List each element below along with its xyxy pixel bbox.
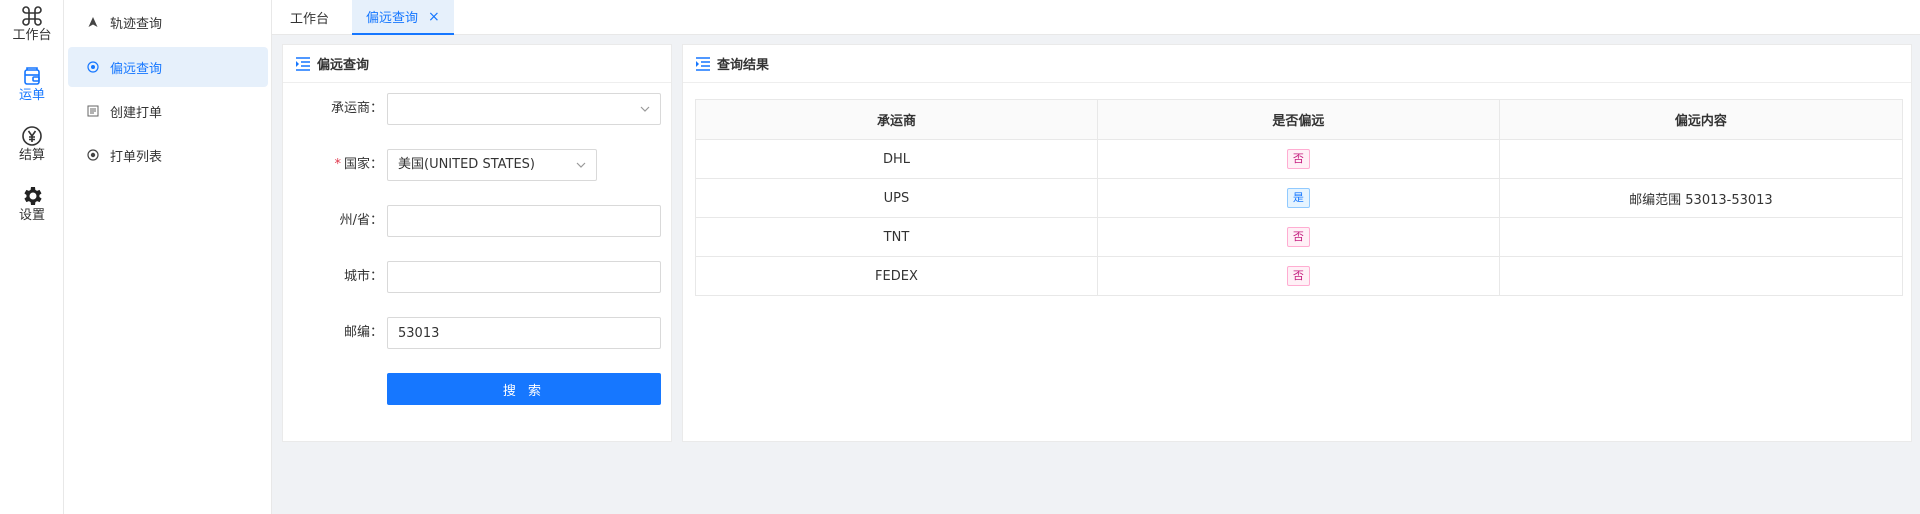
carrier-row: 承运商：	[283, 93, 671, 125]
table-row: DHL 否	[695, 139, 1904, 179]
submenu-item-create-label[interactable]: 创建打单	[68, 91, 268, 131]
country-value: 美国(UNITED STATES)	[398, 157, 535, 172]
cell-is-remote: 否	[1096, 256, 1500, 296]
result-table: 承运商 是否偏远 偏远内容 DHL 否 UPS 是 邮编范围 53013-530…	[695, 99, 1904, 296]
table-row: FEDEX 否	[695, 256, 1904, 296]
carrier-label: 承运商：	[330, 101, 383, 116]
gear-icon	[24, 187, 42, 205]
submenu-item-label-list[interactable]: 打单列表	[68, 135, 268, 175]
indent-list-icon	[696, 56, 710, 71]
tab-bar: 工作台 偏远查询 ×	[272, 0, 1920, 35]
state-input[interactable]	[387, 205, 661, 237]
status-badge: 否	[1286, 149, 1310, 169]
rail-item-settings[interactable]: 设置	[0, 184, 64, 224]
cell-carrier: FEDEX	[695, 256, 1098, 296]
command-icon	[22, 6, 42, 26]
tab-workbench[interactable]: 工作台	[276, 0, 343, 35]
state-label: 州/省：	[339, 213, 383, 228]
status-badge: 是	[1286, 188, 1310, 208]
rail-item-settlement[interactable]: 结算	[0, 124, 64, 164]
submenu-label: 偏远查询	[110, 61, 163, 77]
table-header-row: 承运商 是否偏远 偏远内容	[695, 99, 1904, 140]
chevron-down-icon	[640, 106, 650, 112]
cell-carrier: UPS	[695, 178, 1098, 218]
chevron-down-icon	[576, 162, 586, 168]
wallet-icon	[24, 67, 40, 85]
query-panel-header: 偏远查询	[283, 45, 671, 83]
rail-label-waybill: 运单	[18, 88, 45, 103]
cell-is-remote: 否	[1096, 139, 1500, 179]
yen-icon	[22, 126, 42, 146]
cell-carrier: DHL	[695, 139, 1098, 179]
table-row: UPS 是 邮编范围 53013-53013	[695, 178, 1904, 218]
status-badge: 否	[1286, 227, 1310, 247]
cell-remote-content	[1498, 256, 1904, 296]
column-header-carrier: 承运商	[695, 99, 1098, 140]
country-label: * 国家：	[283, 149, 383, 181]
result-panel: 查询结果 承运商 是否偏远 偏远内容 DHL 否 UPS 是 邮编范围 5301…	[682, 44, 1912, 442]
city-row: 城市：	[283, 261, 671, 293]
cell-remote-content	[1498, 139, 1904, 179]
country-label-text: 国家：	[343, 157, 383, 172]
close-icon[interactable]: ×	[428, 9, 440, 25]
icon-rail: 工作台 运单 结算 设置	[0, 0, 64, 514]
required-mark: *	[334, 157, 341, 172]
cell-is-remote: 否	[1096, 217, 1500, 257]
form-icon	[86, 104, 100, 118]
search-button[interactable]: 搜 索	[387, 373, 661, 405]
submenu-label: 打单列表	[110, 149, 163, 165]
rail-label-settings: 设置	[18, 208, 45, 223]
city-label: 城市：	[343, 269, 383, 284]
carrier-select[interactable]	[387, 93, 661, 125]
tab-label: 偏远查询	[366, 11, 419, 26]
column-header-remote-content: 偏远内容	[1498, 99, 1904, 140]
state-row: 州/省：	[283, 205, 671, 237]
rail-label-workbench: 工作台	[12, 28, 52, 43]
table-row: TNT 否	[695, 217, 1904, 257]
submenu-label: 轨迹查询	[110, 16, 163, 32]
cell-carrier: TNT	[695, 217, 1098, 257]
cell-remote-content: 邮编范围 53013-53013	[1498, 178, 1904, 218]
submenu: 轨迹查询 偏远查询 创建打单 打单列表	[64, 0, 272, 514]
status-badge: 否	[1286, 266, 1310, 286]
zip-row: 邮编：	[283, 317, 671, 349]
cell-is-remote: 是	[1096, 178, 1500, 218]
submenu-item-track-query[interactable]: 轨迹查询	[68, 2, 268, 42]
zip-input[interactable]	[387, 317, 661, 349]
submenu-label: 创建打单	[110, 105, 163, 121]
result-panel-title: 查询结果	[717, 58, 770, 73]
indent-list-icon	[296, 56, 310, 71]
navigation-arrow-icon	[86, 15, 100, 29]
cell-remote-content	[1498, 217, 1904, 257]
tab-remote-query[interactable]: 偏远查询 ×	[352, 0, 454, 35]
result-panel-header: 查询结果	[683, 45, 1911, 83]
zip-label: 邮编：	[343, 325, 383, 340]
tab-label: 工作台	[290, 12, 330, 27]
rail-item-waybill[interactable]: 运单	[0, 64, 64, 104]
rail-item-workbench[interactable]: 工作台	[0, 4, 64, 44]
country-select[interactable]: 美国(UNITED STATES)	[387, 149, 597, 181]
rail-label-settlement: 结算	[18, 148, 45, 163]
target-icon	[86, 60, 100, 74]
column-header-is-remote: 是否偏远	[1096, 99, 1500, 140]
submenu-item-remote-query[interactable]: 偏远查询	[68, 47, 268, 87]
country-row: * 国家： 美国(UNITED STATES)	[283, 149, 671, 181]
query-panel-title: 偏远查询	[317, 58, 370, 73]
query-panel: 偏远查询 承运商： * 国家： 美国(UNITED STATES) 州/省： 城市…	[282, 44, 672, 442]
city-input[interactable]	[387, 261, 661, 293]
list-circle-icon	[86, 148, 100, 162]
